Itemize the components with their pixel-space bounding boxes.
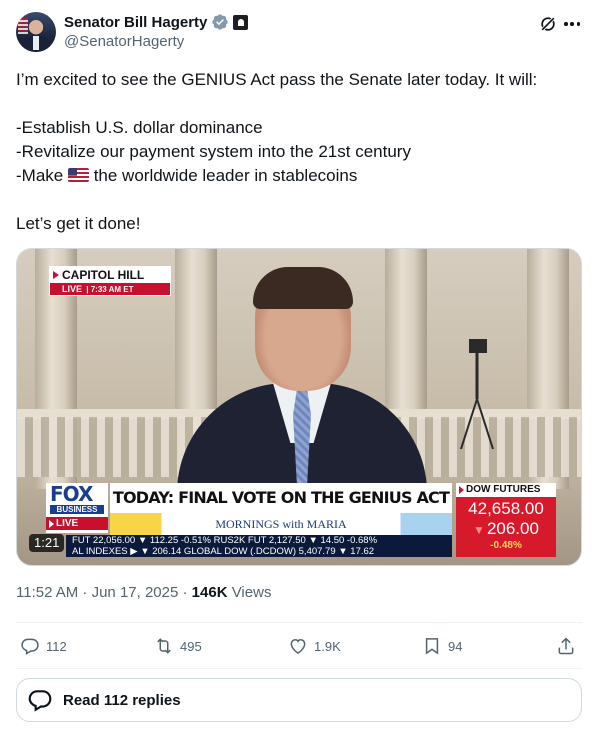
author-avatar[interactable] bbox=[16, 12, 56, 52]
repost-button[interactable]: 495 bbox=[154, 634, 202, 658]
ticker-row-1: FUT 22,056.00 ▼ 112.25 -0.51% RUS2K FUT … bbox=[72, 535, 378, 546]
repost-icon bbox=[157, 638, 171, 654]
tweet-bullet-3-suffix: the worldwide leader in stablecoins bbox=[93, 166, 358, 185]
speaker-hair bbox=[253, 267, 353, 309]
tweet-bullet-2: -Revitalize our payment system into the … bbox=[16, 142, 411, 161]
tweet-bullet-3: -Make the worldwide leader in stablecoin… bbox=[16, 164, 582, 188]
tweet-timestamp[interactable]: 11:52 AM · Jun 17, 2025 · bbox=[16, 584, 192, 601]
bookmark-icon bbox=[425, 638, 439, 655]
avatar-flag bbox=[18, 18, 28, 34]
more-options-icon[interactable] bbox=[562, 14, 582, 34]
dow-futures-value: 42,658.00 bbox=[468, 499, 544, 518]
heart-icon bbox=[290, 638, 306, 654]
show-name: MORNINGS with MARIA bbox=[110, 513, 452, 535]
news-headline: TODAY: FINAL VOTE ON THE GENIUS ACT bbox=[110, 483, 452, 513]
dow-futures-change: 206.00 bbox=[456, 519, 556, 540]
live-label: LIVE bbox=[62, 284, 83, 294]
dow-futures-percent: -0.48% bbox=[490, 540, 522, 551]
reply-icon bbox=[21, 638, 39, 655]
tweet-text: I’m excited to see the GENIUS Act pass t… bbox=[16, 68, 582, 236]
author-handle[interactable]: @SenatorHagerty bbox=[64, 33, 184, 50]
author-name-row: Senator Bill Hagerty bbox=[64, 12, 249, 32]
tweet-bullet-3-prefix: -Make bbox=[16, 166, 64, 185]
tweet-header: Senator Bill Hagerty @SenatorHagerty bbox=[16, 12, 582, 54]
video-player[interactable]: CAPITOL HILL LIVE | 7:33 AM ET FOX BUSIN… bbox=[16, 248, 582, 566]
tweet-bullet-1: -Establish U.S. dollar dominance bbox=[16, 118, 263, 137]
tweet-meta: 11:52 AM · Jun 17, 2025 · 146K Views bbox=[16, 584, 271, 601]
share-icon bbox=[558, 637, 574, 655]
market-ticker: FUT 22,056.00 ▼ 112.25 -0.51% RUS2K FUT … bbox=[66, 535, 452, 557]
read-replies-button[interactable]: Read 112 replies bbox=[16, 678, 582, 722]
verified-badge-icon[interactable] bbox=[211, 13, 229, 31]
tweet-line-intro: I’m excited to see the GENIUS Act pass t… bbox=[16, 70, 538, 89]
views-count: 146K bbox=[191, 584, 228, 601]
read-replies-label: Read 112 replies bbox=[63, 691, 181, 709]
us-flag-emoji-icon bbox=[67, 168, 89, 182]
reply-bubble-icon bbox=[28, 690, 52, 712]
network-live-badge: LIVE bbox=[46, 517, 108, 530]
network-logo: FOX BUSINESS LIVE bbox=[46, 483, 108, 533]
network-subname: BUSINESS bbox=[50, 505, 104, 514]
time-caption: 7:33 AM ET bbox=[90, 285, 134, 294]
camera-tripod-icon bbox=[460, 339, 494, 449]
bookmark-count: 94 bbox=[448, 638, 463, 654]
avatar-shirt bbox=[33, 36, 39, 50]
government-badge-icon[interactable] bbox=[233, 14, 249, 30]
grok-icon[interactable] bbox=[538, 14, 558, 34]
views-label: Views bbox=[227, 584, 272, 601]
reply-button[interactable]: 112 bbox=[20, 634, 67, 658]
tweet-closing: Let’s get it done! bbox=[16, 214, 141, 233]
video-duration-badge: 1:21 bbox=[29, 534, 65, 552]
action-bar: 112 495 1.9K 94 bbox=[16, 634, 582, 658]
live-time-caption: LIVE | 7:33 AM ET bbox=[50, 283, 170, 295]
divider bbox=[16, 668, 582, 669]
location-caption-text: CAPITOL HILL bbox=[50, 267, 170, 283]
dow-futures-label: DOW FUTURES bbox=[456, 483, 556, 497]
reply-count: 112 bbox=[46, 638, 67, 654]
author-display-name[interactable]: Senator Bill Hagerty bbox=[64, 14, 207, 31]
share-button[interactable] bbox=[556, 634, 576, 658]
bookmark-button[interactable]: 94 bbox=[422, 634, 462, 658]
repost-count: 495 bbox=[180, 638, 202, 654]
location-caption: CAPITOL HILL LIVE | 7:33 AM ET bbox=[49, 266, 171, 296]
dow-futures-box: DOW FUTURES 42,658.00 206.00 -0.48% bbox=[456, 483, 556, 557]
like-count: 1.9K bbox=[314, 638, 341, 654]
like-button[interactable]: 1.9K bbox=[288, 634, 341, 658]
news-lower-third: FOX BUSINESS LIVE TODAY: FINAL VOTE ON T… bbox=[46, 483, 556, 557]
divider bbox=[16, 622, 582, 623]
network-name: FOX bbox=[50, 482, 93, 506]
ticker-row-2: AL INDEXES ▶ ▼ 206.14 GLOBAL DOW (.DCDOW… bbox=[72, 546, 375, 557]
